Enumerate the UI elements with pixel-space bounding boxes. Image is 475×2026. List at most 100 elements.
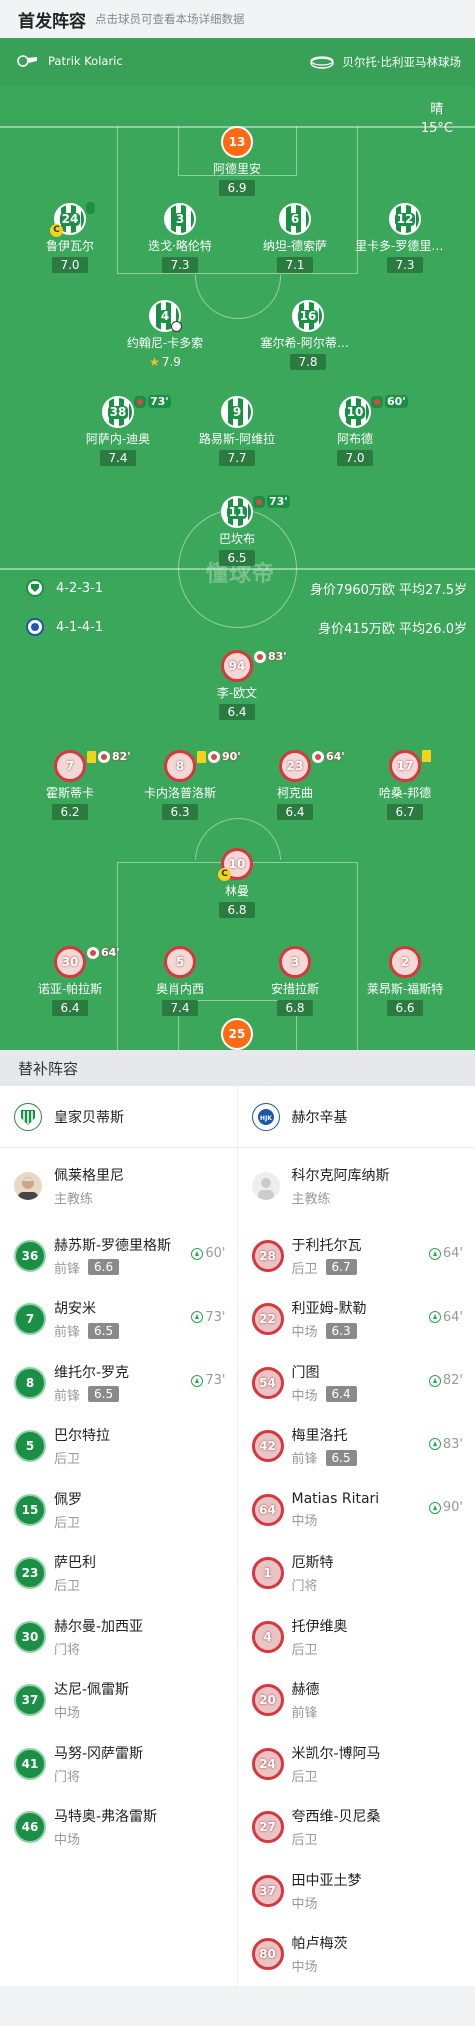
betis-crest-icon [14,1102,42,1131]
away-team-header[interactable]: HJK 赫尔辛基 [237,1086,475,1148]
player-rating: 6.5 [88,1386,120,1403]
away-player[interactable]: 3 安措拉斯 6.8 [235,946,355,1016]
away-coach[interactable]: 科尔克阿库纳斯 主教练 [238,1148,475,1224]
home-player[interactable]: 11 73' 巴坎布 6.5 [177,495,297,566]
substitute-row[interactable]: 5 巴尔特拉 后卫 [0,1415,238,1479]
player-number-badge: 23 [14,1557,46,1590]
player-number-badge: 80 [251,1938,284,1971]
away-formation-text: 4-1-4-1 [56,619,104,635]
player-position: 后卫 [291,1642,318,1658]
player-name: 门图 [291,1364,320,1381]
whistle-icon [17,55,37,67]
substitute-row[interactable]: 41 马努-冈萨雷斯 门将 [0,1732,238,1796]
substitution-out-icon [98,750,110,763]
rating-value: 7.9 [161,355,181,369]
player-rating: 6.7 [387,804,423,820]
home-player[interactable]: 16 塞尔希-阿尔蒂米拉 7.8 [248,300,368,370]
substitution-in-icon [428,1438,441,1450]
player-position-row: 后卫 [292,1829,475,1848]
away-player[interactable]: 10 C 林曼 6.8 [177,848,297,918]
weather-condition: 晴 [430,102,444,117]
substitute-row[interactable]: 80 帕卢梅茨 中场 [238,1923,475,1987]
substitute-row[interactable]: 4 托伊维奥 后卫 [238,1605,475,1669]
substitute-row[interactable]: 36 赫苏斯-罗德里格斯 前锋 6.6 60' [0,1224,238,1288]
player-name: 奥肖内西 [155,982,204,996]
player-rating: 6.3 [162,804,198,820]
player-number-badge: 7 82' [54,750,131,782]
home-player[interactable]: 9 路易斯-阿维拉 7.7 [177,396,297,466]
player-events: 83' [254,650,287,663]
player-rating: 6.4 [325,1386,357,1403]
substitute-row[interactable]: 23 萨巴利 后卫 [0,1542,238,1606]
sub-in-time: 73' [191,1373,226,1388]
coach-name: 科尔克阿库纳斯 [291,1168,390,1184]
home-player[interactable]: 10 60' 阿布德 7.0 [295,395,415,466]
home-formation: 4-2-3-1 [26,579,103,597]
player-events: 60' [371,395,408,408]
substitute-row[interactable]: 30 赫尔曼-加西亚 门将 [0,1605,238,1669]
home-player[interactable]: 13 阿德里安 6.9 [177,126,297,196]
away-player[interactable]: 23 64' 柯克曲 6.4 [235,750,355,820]
rating-value: 6.9 [227,181,247,195]
substitute-row[interactable]: 37 达尼-佩雷斯 中场 [0,1669,238,1733]
away-player[interactable]: 8 90' 卡内洛普洛斯 6.3 [120,750,241,820]
away-player[interactable]: 25奈胡斯7.1 [177,1018,297,1050]
substitute-row[interactable]: 46 马特奥-弗洛雷斯 中场 [0,1796,238,1860]
player-number-badge: 5 [14,1430,46,1463]
player-number-badge: 20 [251,1684,284,1717]
player-position-row: 后卫 [292,1639,475,1658]
substitute-row[interactable]: 42 梅里洛托 前锋 6.5 83' [238,1415,475,1479]
player-number-badge: 37 [14,1684,46,1717]
player-name: 胡安米 [54,1301,96,1318]
player-name: 李-欧文 [216,686,258,700]
player-position-row: 后卫 [54,1448,238,1467]
home-coach[interactable]: 佩莱格里尼 主教练 [0,1148,238,1224]
player-rating: 6.4 [52,1000,88,1016]
substitute-row[interactable]: 64 Matias Ritari 中场 90' [238,1478,475,1542]
lineup-title: 首发阵容 [18,11,86,32]
player-number-badge: 41 [14,1747,46,1780]
rating-value: 6.5 [227,551,247,565]
substitute-row[interactable]: 27 夸西维-贝尼桑 后卫 [238,1796,475,1860]
home-player[interactable]: 3 迭戈·略伦特 7.3 [120,203,240,273]
rating-value: 7.3 [395,258,415,272]
home-player[interactable]: 12 里卡多-罗德里格斯 7.3 [345,203,465,273]
substitute-row[interactable]: 20 赫德 前锋 [238,1669,475,1733]
player-number-badge: 3 [279,946,311,978]
away-player[interactable]: 2 莱昂斯-福斯特 6.6 [345,946,465,1016]
referee-name: Patrik Kolaric [48,54,123,68]
away-player[interactable]: 5 奥肖内西 7.4 [120,946,240,1016]
substitution-in-icon [428,1247,441,1260]
away-player[interactable]: 17 哈桑-邦德 6.7 [345,750,465,820]
captain-icon: C [218,868,231,881]
player-name: 迭戈·略伦特 [148,239,212,253]
player-info: 马特奥-弗洛雷斯 中场 [54,1806,238,1848]
player-position: 中场 [291,1325,318,1341]
player-rating: 6.6 [387,1000,423,1016]
substitute-row[interactable]: 24 米凯尔-博阿马 后卫 [238,1732,475,1796]
player-name: 赫德 [291,1682,320,1699]
substitute-row[interactable]: 22 利亚姆-默勒 中场 6.3 64' [238,1288,475,1352]
player-name: 柯克曲 [276,786,313,800]
substitute-row[interactable]: 8 维托尔-罗克 前锋 6.5 73' [0,1351,238,1415]
away-player[interactable]: 7 82' 霍斯蒂卡 6.2 [10,750,131,820]
substitute-row[interactable]: 7 胡安米 前锋 6.5 73' [0,1288,238,1352]
home-player[interactable]: 4 约翰尼-卡多索 ★ 7.9 [105,300,225,370]
home-player[interactable]: 6 纳坦-德索萨 7.1 [235,203,355,273]
substitute-row[interactable]: 37 田中亚土梦 中场 [238,1859,475,1923]
player-name: 佩罗 [54,1491,82,1508]
away-player[interactable]: 30 64' 诺亚-帕拉斯 6.4 [10,946,130,1016]
substitute-row[interactable]: 54 门图 中场 6.4 82' [238,1351,475,1415]
yellow-card-icon [87,750,96,763]
away-player[interactable]: 94 83' 李-欧文 6.4 [177,650,297,720]
home-team-header[interactable]: 皇家贝蒂斯 [0,1086,238,1148]
substitution-in-icon [191,1247,204,1260]
substitute-row[interactable]: 15 佩罗 后卫 [0,1478,238,1542]
home-player[interactable]: 38 73' 阿萨内-迪奥 7.4 [58,395,178,466]
player-position: 中场 [291,1513,318,1529]
substitute-row[interactable]: 28 于利托尔瓦 后卫 6.7 64' [238,1224,475,1288]
home-player[interactable]: 24 C 鲁伊瓦尔 7.0 [10,202,130,273]
player-number: 17 [396,759,414,773]
substitute-row[interactable]: 1 厄斯特 门将 [238,1542,475,1606]
player-number: 54 [259,1375,276,1390]
